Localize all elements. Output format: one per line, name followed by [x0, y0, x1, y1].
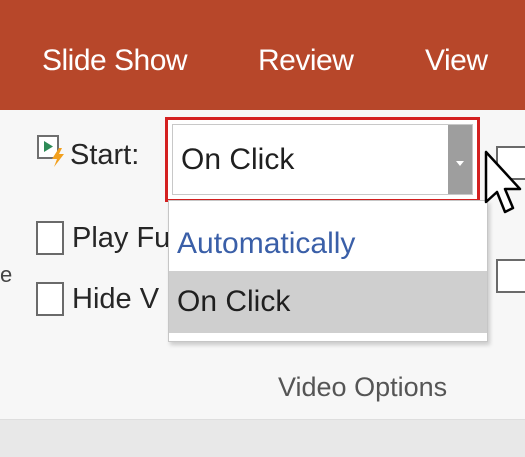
- group-label-video-options: Video Options: [278, 372, 448, 402]
- start-dropdown[interactable]: On Click: [165, 117, 480, 202]
- mouse-pointer-icon: [484, 150, 522, 214]
- start-label: Start:: [70, 139, 140, 171]
- start-dropdown-value: On Click: [181, 143, 295, 176]
- ribbon-bottom-bar: [0, 419, 525, 457]
- option-on-click[interactable]: On Click: [169, 271, 487, 333]
- hide-while-not-playing-label: Hide V: [72, 283, 160, 315]
- right-checkbox-bottom[interactable]: [496, 259, 525, 293]
- chevron-down-icon[interactable]: [448, 125, 472, 194]
- tab-review[interactable]: Review: [258, 44, 354, 78]
- tab-view[interactable]: View: [425, 44, 488, 78]
- hide-while-not-playing-checkbox[interactable]: [36, 282, 64, 316]
- play-full-screen-checkbox[interactable]: [36, 221, 64, 255]
- ribbon-tab-bar: Slide Show Review View: [0, 0, 525, 110]
- option-automatically[interactable]: Automatically: [169, 213, 487, 275]
- play-full-screen-label: Play Fu: [72, 222, 171, 254]
- side-glyph: e: [0, 262, 13, 287]
- tab-slide-show[interactable]: Slide Show: [42, 44, 188, 78]
- start-options-list: Automatically On Click: [168, 200, 488, 342]
- animation-start-icon: [37, 135, 64, 167]
